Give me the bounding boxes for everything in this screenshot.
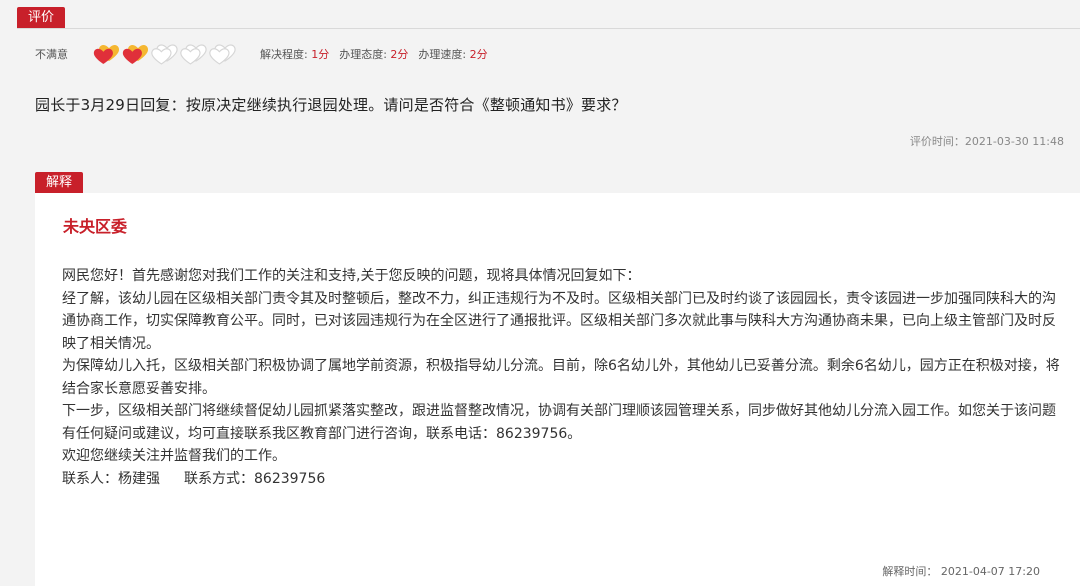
heart-filled-icon [122,45,149,64]
heart-empty-icon [151,44,178,65]
heart-empty-icon [180,44,207,65]
explanation-paragraph: 经了解，该幼儿园在区级相关部门责令其及时整顿后，整改不力，纠正违规行为不及时。区… [62,290,1056,352]
rating-metric: 办理态度: 2分 [339,46,408,62]
explanation-panel: 未央区委 网民您好！首先感谢您对我们工作的关注和支持,关于您反映的问题，现将具体… [35,193,1080,586]
metric-label: 办理速度: [418,48,470,61]
rating-metric: 解决程度: 1分 [260,46,329,62]
explanation-paragraph: 为保障幼儿入托，区级相关部门积极协调了属地学前资源，积极指导幼儿分流。目前，除6… [62,358,1060,397]
contact-line: 联系人：杨建强 联系方式：86239756 [62,468,1062,491]
heart-filled-icon [93,45,120,64]
metric-value: 2分 [469,48,488,61]
rating-hearts [93,42,238,66]
evaluation-time: 评价时间：2021-03-30 11:48 [909,135,1064,148]
rating-metrics: 解决程度: 1分 办理态度: 2分 办理速度: 2分 [260,46,498,62]
evaluation-question: 园长于3月29日回复：按原决定继续执行退园处理。请问是否符合《整顿通知书》要求？ [35,96,627,114]
contact-person: 联系人：杨建强 [62,470,160,487]
explanation-paragraph: 欢迎您继续关注并监督我们的工作。 [62,448,286,464]
explanation-body: 网民您好！首先感谢您对我们工作的关注和支持,关于您反映的问题，现将具体情况回复如… [62,265,1062,490]
metric-value: 1分 [311,48,330,61]
contact-method: 联系方式：86239756 [184,470,326,487]
satisfaction-label: 不满意 [35,48,68,61]
metric-label: 办理态度: [339,48,391,61]
responding-organization: 未央区委 [63,217,128,236]
rating-row: 不满意 解决程度: 1分 办理态度: 2分 办理速度: 2分 [35,40,498,68]
evaluation-divider [17,28,1080,29]
evaluation-tag: 评价 [17,7,66,29]
heart-empty-icon [209,44,236,65]
rating-metric: 办理速度: 2分 [418,46,487,62]
explanation-tag: 解释 [35,172,84,194]
explanation-paragraph: 网民您好！首先感谢您对我们工作的关注和支持,关于您反映的问题，现将具体情况回复如… [62,268,641,284]
explanation-time: 解释时间： 2021-04-07 17:20 [882,565,1040,578]
metric-label: 解决程度: [260,48,312,61]
explanation-paragraph: 下一步，区级相关部门将继续督促幼儿园抓紧落实整改，跟进监督整改情况，协调有关部门… [62,403,1056,442]
metric-value: 2分 [390,48,409,61]
